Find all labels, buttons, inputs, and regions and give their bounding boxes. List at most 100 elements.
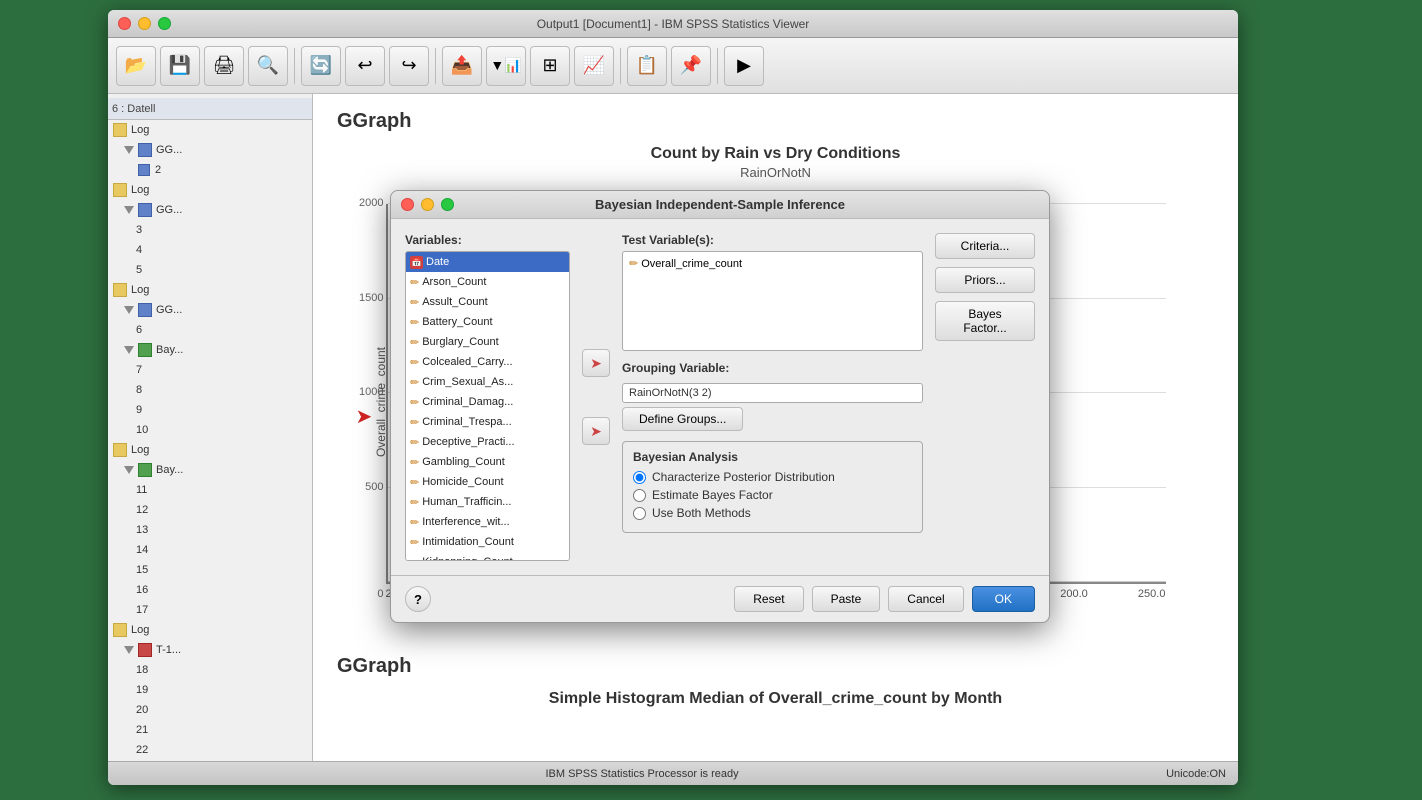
sidebar-item-14[interactable]: 14 (132, 540, 312, 560)
sidebar-item-sub1[interactable]: 2 (132, 160, 312, 180)
label-13: 13 (136, 524, 148, 536)
radio-characterize[interactable] (633, 471, 646, 484)
sidebar-item-11[interactable]: 11 (132, 480, 312, 500)
sidebar-item-log3[interactable]: Log (108, 280, 312, 300)
sidebar-item-sub7[interactable]: 8 (132, 380, 312, 400)
label-18: 18 (136, 664, 148, 676)
chart-button[interactable]: 📈 (574, 46, 614, 86)
sidebar-item-sub9[interactable]: 10 (132, 420, 312, 440)
print-button[interactable]: 🖨 (204, 46, 244, 86)
sidebar-item-13[interactable]: 13 (132, 520, 312, 540)
sidebar-item-log2[interactable]: Log (108, 180, 312, 200)
sidebar-item-sub5[interactable]: 6 (132, 320, 312, 340)
help-button[interactable]: ? (405, 586, 431, 612)
copy2-button[interactable]: 📌 (671, 46, 711, 86)
var-assult-label: Assult_Count (422, 296, 487, 308)
sidebar-item-sub4[interactable]: 5 (132, 260, 312, 280)
var-homicide-label: Homicide_Count (422, 476, 503, 488)
sidebar-item-21[interactable]: 21 (132, 720, 312, 740)
undo-button[interactable]: ↩ (345, 46, 385, 86)
sidebar-item-gg1[interactable]: GG... (120, 140, 312, 160)
ok-button[interactable]: OK (972, 586, 1035, 612)
sidebar-item-log5[interactable]: Log (108, 620, 312, 640)
var-item-battery[interactable]: ✏ Battery_Count (406, 312, 569, 332)
export2-button[interactable]: ▼📊 (486, 46, 526, 86)
sidebar-item-17[interactable]: 17 (132, 600, 312, 620)
sidebar-item-20[interactable]: 20 (132, 700, 312, 720)
sidebar-item-sub3[interactable]: 4 (132, 240, 312, 260)
var-item-assult[interactable]: ✏ Assult_Count (406, 292, 569, 312)
sidebar-sub9-label: 10 (136, 424, 148, 436)
sidebar-item-22[interactable]: 22 (132, 740, 312, 760)
var-item-gambling[interactable]: ✏ Gambling_Count (406, 452, 569, 472)
find-button[interactable]: 🔍 (248, 46, 288, 86)
copy1-button[interactable]: 📋 (627, 46, 667, 86)
var-item-burglary[interactable]: ✏ Burglary_Count (406, 332, 569, 352)
sidebar-item-log4[interactable]: Log (108, 440, 312, 460)
table-button[interactable]: ⊞ (530, 46, 570, 86)
radio-both[interactable] (633, 507, 646, 520)
grouping-var-input[interactable] (622, 383, 923, 403)
var-item-deceptive[interactable]: ✏ Deceptive_Practi... (406, 432, 569, 452)
dialog-min-button[interactable] (421, 198, 434, 211)
dialog-max-button[interactable] (441, 198, 454, 211)
redo-button[interactable]: ↪ (389, 46, 429, 86)
move-to-test-button[interactable]: ➤ (582, 349, 610, 377)
var-item-crim-damage[interactable]: ✏ Criminal_Damag... (406, 392, 569, 412)
reset-button[interactable]: Reset (734, 586, 803, 612)
priors-button[interactable]: Priors... (935, 267, 1035, 293)
var-item-crim-trespa[interactable]: ✏ Criminal_Trespa... (406, 412, 569, 432)
var-item-colcealed[interactable]: ✏ Colcealed_Carry... (406, 352, 569, 372)
var-item-homicide[interactable]: ✏ Homicide_Count (406, 472, 569, 492)
paste-button[interactable]: Paste (812, 586, 881, 612)
var-item-intimidation[interactable]: ✏ Intimidation_Count (406, 532, 569, 552)
sidebar-item-12[interactable]: 12 (132, 500, 312, 520)
sidebar-item-gg2[interactable]: GG... (120, 200, 312, 220)
sidebar-item-19[interactable]: 19 (132, 680, 312, 700)
var-item-kidnapping[interactable]: ✏ Kidnapping_Count (406, 552, 569, 561)
window-controls[interactable] (118, 17, 171, 30)
maximize-button[interactable] (158, 17, 171, 30)
variables-list[interactable]: 📅 Date ✏ Arson_Count ✏ Assult_Count ✏ Ba… (405, 251, 570, 561)
minimize-button[interactable] (138, 17, 151, 30)
sidebar-item-gg3[interactable]: GG... (120, 300, 312, 320)
test-var-list[interactable]: ✏ Overall_crime_count (622, 251, 923, 351)
criteria-button[interactable]: Criteria... (935, 233, 1035, 259)
radio-estimate[interactable] (633, 489, 646, 502)
sidebar-item-bay2[interactable]: Bay... (120, 460, 312, 480)
run-button[interactable]: ▶ (724, 46, 764, 86)
log-icon1 (113, 123, 127, 137)
sidebar-item-sub8[interactable]: 9 (132, 400, 312, 420)
dialog-controls[interactable] (401, 198, 454, 211)
var-item-interference[interactable]: ✏ Interference_wit... (406, 512, 569, 532)
move-to-grouping-button[interactable]: ➤ (582, 417, 610, 445)
save-button[interactable]: 💾 (160, 46, 200, 86)
var-item-date[interactable]: 📅 Date (406, 252, 569, 272)
gg-icon3 (138, 303, 152, 317)
title-bar: Output1 [Document1] - IBM SPSS Statistic… (108, 10, 1238, 38)
sidebar-sub6-label: 7 (136, 364, 142, 376)
open-button[interactable]: 📂 (116, 46, 156, 86)
var-item-crim-sexual[interactable]: ✏ Crim_Sexual_As... (406, 372, 569, 392)
var-item-human-traffic[interactable]: ✏ Human_Trafficin... (406, 492, 569, 512)
sidebar-item-bay1[interactable]: Bay... (120, 340, 312, 360)
sidebar-item-15[interactable]: 15 (132, 560, 312, 580)
sidebar-sub2-label: 3 (136, 224, 142, 236)
define-groups-button[interactable]: Define Groups... (622, 407, 743, 431)
sidebar-item-16[interactable]: 16 (132, 580, 312, 600)
bayes-factor-button[interactable]: Bayes Factor... (935, 301, 1035, 341)
sidebar-item-18[interactable]: 18 (132, 660, 312, 680)
sidebar-item-log1[interactable]: Log (108, 120, 312, 140)
close-button[interactable] (118, 17, 131, 30)
sidebar-item-sub6[interactable]: 7 (132, 360, 312, 380)
var-crim-trespa-label: Criminal_Trespa... (422, 416, 511, 428)
pencil-icon-assult: ✏ (410, 296, 419, 309)
toolbar-sep2 (435, 48, 436, 84)
refresh-button[interactable]: 🔄 (301, 46, 341, 86)
sidebar-item-t1[interactable]: T-1... (120, 640, 312, 660)
cancel-button[interactable]: Cancel (888, 586, 963, 612)
export1-button[interactable]: 📤 (442, 46, 482, 86)
dialog-close-button[interactable] (401, 198, 414, 211)
var-item-arson[interactable]: ✏ Arson_Count (406, 272, 569, 292)
sidebar-item-sub2[interactable]: 3 (132, 220, 312, 240)
